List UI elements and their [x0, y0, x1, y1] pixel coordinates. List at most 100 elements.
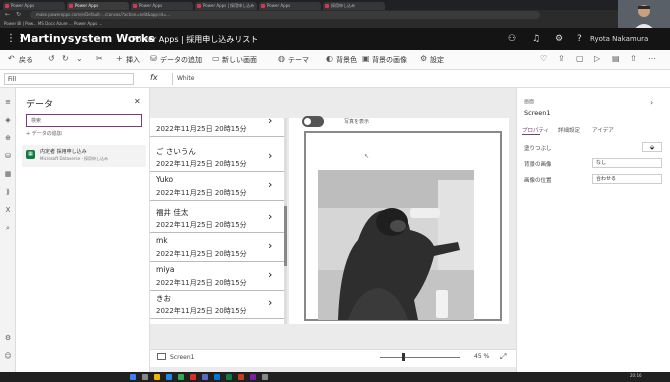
- background-image-button[interactable]: 背景の画像: [372, 55, 407, 65]
- gallery-item[interactable]: mk 2022年11月25日 20時15分 ›: [150, 233, 284, 262]
- image-position-dropdown[interactable]: 合わせる: [592, 174, 662, 184]
- gallery-item[interactable]: 2022年11月25日 20時15分 ›: [150, 118, 284, 137]
- toggle-knob[interactable]: [304, 118, 311, 125]
- zoom-slider-thumb[interactable]: [402, 353, 405, 361]
- back-arrow-icon[interactable]: ←: [5, 11, 10, 18]
- chevron-right-icon[interactable]: ›: [268, 239, 272, 252]
- variables-icon[interactable]: Ⅹ: [3, 206, 13, 214]
- settings-gear-icon[interactable]: ⚙: [555, 34, 563, 44]
- gallery-item[interactable]: miya 2022年11月25日 20時15分 ›: [150, 262, 284, 291]
- applicant-photo[interactable]: [318, 170, 474, 320]
- gallery-item-date: 2022年11月25日 20時15分: [156, 307, 247, 315]
- excel-icon[interactable]: [226, 374, 232, 380]
- settings-button[interactable]: 設定: [430, 55, 444, 65]
- browser-tab[interactable]: Power Apps: [259, 2, 321, 10]
- background-image-dropdown[interactable]: なし: [592, 158, 662, 168]
- comment-icon[interactable]: ▢: [576, 54, 584, 63]
- insert-button[interactable]: 挿入: [126, 55, 140, 65]
- property-dropdown[interactable]: Fill: [4, 73, 134, 85]
- expand-icon[interactable]: ⤢: [500, 352, 506, 362]
- applicant-gallery[interactable]: 2022年11月25日 20時15分 › ご さいうん 2022年11月25日 …: [150, 118, 284, 324]
- gallery-item-date: 2022年11月25日 20時15分: [156, 250, 247, 258]
- fill-color-picker[interactable]: ⬙: [642, 142, 662, 152]
- current-screen-name[interactable]: Screen1: [170, 354, 194, 361]
- more-icon[interactable]: ⋯: [648, 54, 656, 63]
- virtual-agent-icon[interactable]: ☺: [3, 352, 13, 360]
- chrome-icon[interactable]: [178, 374, 184, 380]
- search-icon[interactable]: ⌕: [3, 224, 13, 233]
- gallery-item-date: 2022年11月25日 20時15分: [156, 279, 247, 287]
- chevron-right-icon[interactable]: ›: [268, 296, 272, 309]
- edge-icon[interactable]: [166, 374, 172, 380]
- tab-advanced[interactable]: 詳細設定: [558, 126, 580, 134]
- undo-icon[interactable]: ↺: [48, 54, 55, 63]
- environment-icon[interactable]: ⚇: [508, 34, 516, 44]
- chevron-right-icon[interactable]: ›: [268, 268, 272, 281]
- chevron-right-icon[interactable]: ›: [268, 118, 272, 127]
- chevron-right-icon[interactable]: ›: [268, 178, 272, 191]
- formula-input[interactable]: White: [172, 73, 662, 85]
- app-launcher-icon[interactable]: ⋮⋮: [6, 34, 26, 44]
- menu-icon[interactable]: ≡: [3, 98, 13, 106]
- fill-label: 塗りつぶし: [524, 146, 552, 152]
- new-screen-button[interactable]: 新しい画面: [222, 55, 257, 65]
- back-button[interactable]: 戻る: [19, 55, 33, 65]
- gallery-item[interactable]: ご さいうん 2022年11月25日 20時15分 ›: [150, 143, 284, 172]
- gallery-item-name: きお: [156, 294, 171, 303]
- save-icon[interactable]: ▤: [612, 54, 620, 63]
- search-icon[interactable]: [142, 374, 148, 380]
- gallery-scrollbar-thumb[interactable]: [284, 206, 287, 266]
- formula-bar: Fill fx White: [0, 70, 670, 88]
- add-data-button[interactable]: データの追加: [160, 55, 202, 65]
- share-icon[interactable]: ⇪: [558, 54, 565, 63]
- app-icon[interactable]: [190, 374, 196, 380]
- app-icon[interactable]: [262, 374, 268, 380]
- tab-properties[interactable]: プロパティ: [522, 126, 549, 134]
- powerpoint-icon[interactable]: [238, 374, 244, 380]
- browser-tab[interactable]: Power Apps: [67, 2, 129, 10]
- power-automate-icon[interactable]: ⟫: [3, 188, 13, 196]
- address-input[interactable]: make.powerapps.com/e/Default-.../canvas/…: [30, 11, 540, 19]
- redo-icon[interactable]: ↻: [62, 54, 69, 63]
- notification-bell-icon[interactable]: ♫: [532, 34, 540, 44]
- refresh-icon[interactable]: ↻: [16, 11, 21, 18]
- app-icon[interactable]: [250, 374, 256, 380]
- insert-icon[interactable]: ⊕: [3, 134, 13, 142]
- chevron-right-icon[interactable]: ›: [650, 98, 653, 107]
- play-preview-icon[interactable]: ▷: [594, 54, 600, 63]
- cut-icon[interactable]: ✂: [96, 54, 103, 63]
- browser-tab[interactable]: Power Apps | 採用申し込み: [195, 2, 257, 10]
- gallery-item[interactable]: Yuko 2022年11月25日 20時15分 ›: [150, 172, 284, 201]
- gallery-item[interactable]: 福井 佳太 2022年11月25日 20時15分 ›: [150, 204, 284, 233]
- add-data-link[interactable]: + データの追加: [26, 130, 62, 137]
- chevron-right-icon[interactable]: ›: [268, 149, 272, 162]
- chevron-right-icon[interactable]: ›: [268, 210, 272, 223]
- undo-back-icon[interactable]: ↶: [8, 54, 15, 63]
- browser-tab[interactable]: 採用申し込み: [323, 2, 385, 10]
- tab-ideas[interactable]: アイデア: [592, 126, 614, 134]
- data-icon[interactable]: ⛁: [3, 152, 13, 160]
- data-search-input[interactable]: 検索: [26, 114, 142, 127]
- theme-button[interactable]: テーマ: [288, 55, 309, 65]
- help-icon[interactable]: ?: [577, 34, 582, 44]
- media-icon[interactable]: ▦: [3, 170, 13, 178]
- outlook-icon[interactable]: [214, 374, 220, 380]
- zoom-slider[interactable]: [380, 357, 460, 358]
- user-name[interactable]: Ryota Nakamura: [590, 35, 648, 43]
- browser-tab[interactable]: Power Apps: [3, 2, 65, 10]
- app-checker-icon[interactable]: ♡: [540, 54, 547, 63]
- teams-icon[interactable]: [202, 374, 208, 380]
- file-explorer-icon[interactable]: [154, 374, 160, 380]
- gallery-item[interactable]: きお 2022年11月25日 20時15分 ›: [150, 290, 284, 319]
- bookmarks-bar[interactable]: Power BI | Pow... MS Docs Azure ... Powe…: [0, 20, 670, 28]
- settings-icon[interactable]: ⚙: [3, 334, 13, 342]
- browser-tab[interactable]: Power Apps: [131, 2, 193, 10]
- tree-view-icon[interactable]: ◈: [3, 116, 13, 124]
- data-source-item[interactable]: ▦ 内定者 採用申し込み Microsoft Dataverse - 採用申し込…: [22, 145, 146, 167]
- close-icon[interactable]: ✕: [134, 97, 141, 106]
- start-icon[interactable]: [130, 374, 136, 380]
- publish-icon[interactable]: ⇧: [630, 54, 637, 63]
- background-color-button[interactable]: 背景色: [336, 55, 357, 65]
- chevron-down-icon[interactable]: ⌄: [76, 54, 83, 63]
- command-toolbar: ↶ 戻る ↺ ↻ ⌄ ✂ + 挿入 ⛁ データの追加 ▭ 新しい画面 ◍ テーマ…: [0, 50, 670, 70]
